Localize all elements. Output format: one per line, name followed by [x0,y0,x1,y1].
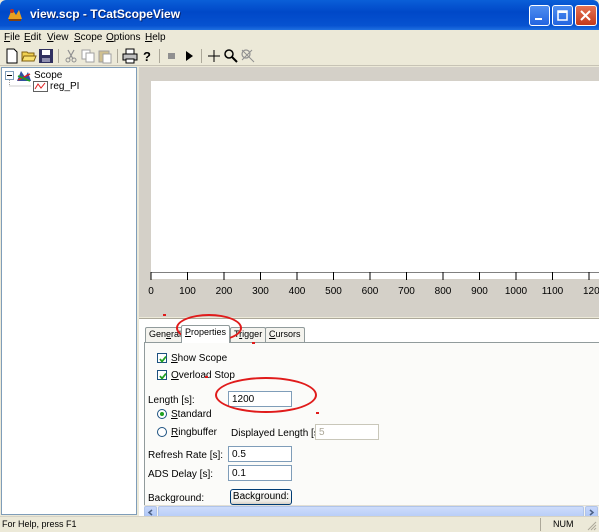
length-label: Length [s]: [148,395,195,406]
x-tick-label: 800 [435,286,452,297]
ringbuffer-label: Ringbuffer [171,427,217,438]
copy-icon[interactable] [80,48,96,64]
channel-icon [33,81,48,92]
background-button[interactable]: Background: [230,489,292,505]
x-tick-label: 1000 [505,286,528,297]
refresh-rate-label: Refresh Rate [s]: [148,450,224,461]
print-icon[interactable] [122,48,138,64]
x-tick-label: 100 [179,286,196,297]
menu-scope[interactable]: Scope [74,32,102,43]
show-scope-label: Show Scope [171,353,228,364]
menu-file[interactable]: File [4,32,20,43]
collapse-icon[interactable] [5,71,14,80]
x-tick-label: 900 [471,286,488,297]
menu-help[interactable]: Help [145,32,166,43]
ads-delay-label: ADS Delay [s]: [148,469,214,480]
stop-icon[interactable] [164,48,180,64]
toolbar-separator [117,49,118,63]
resize-grip-icon[interactable] [586,520,597,531]
tree-item-channel[interactable]: reg_PI [50,81,79,92]
close-button[interactable] [575,5,597,26]
menu-view[interactable]: View [47,32,69,43]
x-tick-label: 500 [325,286,342,297]
tab-cursors[interactable]: Cursors [265,327,305,342]
scope-view: 0 100 200 300 400 500 600 700 800 900 1000 1100 120 [139,67,599,317]
toolbar: ? [0,46,599,66]
minimize-button[interactable] [529,5,550,26]
standard-label: Standard [171,409,212,420]
save-icon[interactable] [38,48,54,64]
annotation-mark [205,376,208,378]
x-axis: 0 100 200 300 400 500 600 700 800 900 1000 1100 120 [148,272,599,297]
x-tick-label: 600 [362,286,379,297]
toolbar-separator [58,49,59,63]
new-icon[interactable] [4,48,20,64]
close-icon [580,10,591,21]
x-tick-label: 300 [252,286,269,297]
open-icon[interactable] [21,48,37,64]
tree-connector [9,80,31,87]
toolbar-separator [159,49,160,63]
maximize-button[interactable] [552,5,573,26]
displayed-length-label: Displayed Length [s]: [231,428,325,439]
overload-stop-checkbox[interactable] [157,370,167,380]
x-tick-label: 200 [216,286,233,297]
radio-selected-dot [160,412,164,416]
scope-tree: Scope reg_PI [1,67,137,515]
overload-stop-label: Overload Stop [171,370,235,381]
tree-item-scope[interactable]: Scope [34,70,62,81]
plot-area[interactable] [151,81,599,279]
tab-properties[interactable]: Properties [181,325,231,343]
help-icon[interactable]: ? [139,48,155,64]
x-tick-label: 0 [148,286,154,297]
status-message: For Help, press F1 [2,519,77,529]
zoom-reset-icon[interactable] [240,48,256,64]
show-scope-checkbox[interactable] [157,353,167,363]
paste-icon[interactable] [97,48,113,64]
maximize-icon [557,10,568,21]
title-bar: view.scp - TCatScopeView [0,0,599,30]
refresh-rate-input[interactable] [228,446,292,462]
menu-bar: File Edit View Scope Options Help [0,30,599,46]
minimize-icon [535,18,542,20]
crosshair-icon[interactable] [206,48,222,64]
menu-options[interactable]: Options [106,32,140,43]
x-tick-label: 120 [583,286,599,297]
svg-text:?: ? [143,49,151,64]
status-bar: For Help, press F1 NUM [0,516,599,532]
checkmark-icon [159,372,167,380]
background-label: Background: [148,493,205,504]
x-tick-label: 700 [398,286,415,297]
ads-delay-input[interactable] [228,465,292,481]
standard-radio[interactable] [157,409,167,419]
length-field-highlight [215,377,317,413]
window-title: view.scp - TCatScopeView [30,7,181,21]
toolbar-separator [201,49,202,63]
cut-icon[interactable] [63,48,79,64]
displayed-length-input [315,424,379,440]
status-divider [540,518,541,531]
properties-tab-content: Show Scope Overload Stop Length [s]: Sta… [144,342,599,518]
x-tick-label: 400 [289,286,306,297]
annotation-mark [252,342,255,344]
start-icon[interactable] [181,48,197,64]
properties-panel: General Properties Trigger Cursors Show … [139,318,599,519]
menu-edit[interactable]: Edit [24,32,41,43]
num-lock-indicator: NUM [553,519,574,529]
annotation-mark [163,314,166,316]
annotation-mark [316,412,319,414]
ringbuffer-radio[interactable] [157,427,167,437]
app-icon[interactable] [6,7,24,23]
checkmark-icon [159,355,167,363]
x-tick-label: 1100 [542,286,564,297]
zoom-icon[interactable] [223,48,239,64]
